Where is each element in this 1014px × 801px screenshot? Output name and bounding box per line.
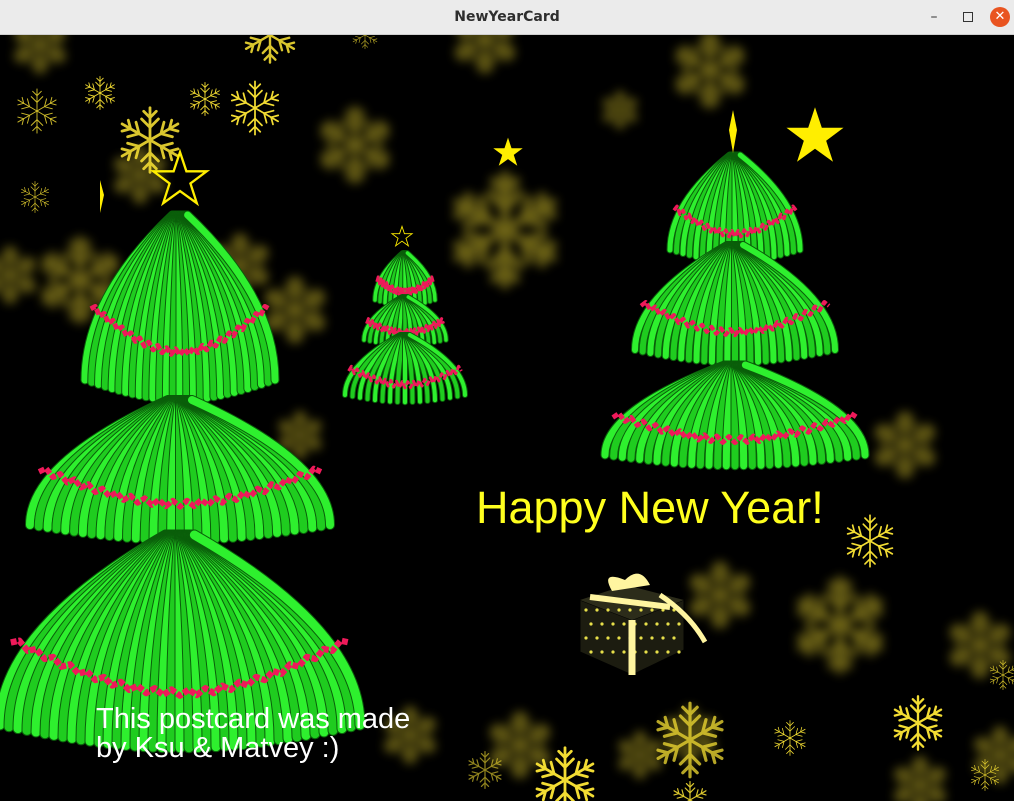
maximize-icon <box>963 12 973 22</box>
christmas-tree <box>600 151 870 471</box>
credit-line-1: This postcard was made <box>96 703 411 735</box>
snowflake-icon <box>844 515 895 567</box>
snowflake-icon <box>892 757 947 801</box>
snowflake-icon <box>673 35 746 107</box>
snowflake-icon <box>602 92 639 129</box>
maximize-button[interactable] <box>956 5 980 29</box>
snowflake-icon <box>672 782 709 801</box>
card-canvas: Happy New Year! This postcard was made b… <box>0 35 1014 801</box>
snowflake-icon <box>228 81 281 134</box>
window-title: NewYearCard <box>454 9 560 25</box>
christmas-trees <box>0 151 870 754</box>
snowflake-icon <box>263 278 327 342</box>
minimize-button[interactable]: – <box>922 5 946 29</box>
credit-line-2: by Ksu & Matvey :) <box>96 732 340 764</box>
snowflake-icon <box>688 563 752 627</box>
snowflake-icon <box>188 82 221 115</box>
snowflake-icon <box>773 721 808 756</box>
app-window: NewYearCard – ✕ Happy New Year! This pos… <box>0 0 1014 801</box>
star-icon <box>152 151 208 205</box>
credit-text: This postcard was made by Ksu & Matvey :… <box>96 705 410 763</box>
snowflake-icon <box>351 35 379 49</box>
snowflake-icon <box>12 35 67 73</box>
snowflake-icon <box>242 35 297 63</box>
star-icon <box>786 107 844 162</box>
snowflake-icon <box>318 108 391 182</box>
snowflake-icon <box>15 89 59 133</box>
snowflake-icon <box>794 579 886 671</box>
snowflake-icon <box>19 181 50 212</box>
snowflake-icon <box>653 703 726 777</box>
greeting-text: Happy New Year! <box>476 482 824 533</box>
close-icon: ✕ <box>994 9 1006 24</box>
star-icon <box>493 137 523 166</box>
christmas-tree <box>342 250 468 406</box>
snowflake-icon <box>972 727 1014 782</box>
snowflake-icon <box>969 759 1000 790</box>
star-icon <box>391 226 413 247</box>
title-bar[interactable]: NewYearCard – ✕ <box>0 0 1014 35</box>
snowflake-icon <box>873 413 937 477</box>
snowflake-icon <box>453 35 517 72</box>
snowflake-icon <box>83 76 116 109</box>
snowflake-icon <box>0 247 38 302</box>
snowflake-icon <box>617 732 663 778</box>
close-button[interactable]: ✕ <box>990 7 1010 27</box>
snowflake-icon <box>948 613 1012 677</box>
gift-box-icon <box>579 573 708 676</box>
minimize-icon: – <box>930 9 938 25</box>
snowflake-icon <box>450 175 560 285</box>
snowflake-icon <box>891 696 944 749</box>
card-artwork <box>0 35 1014 801</box>
